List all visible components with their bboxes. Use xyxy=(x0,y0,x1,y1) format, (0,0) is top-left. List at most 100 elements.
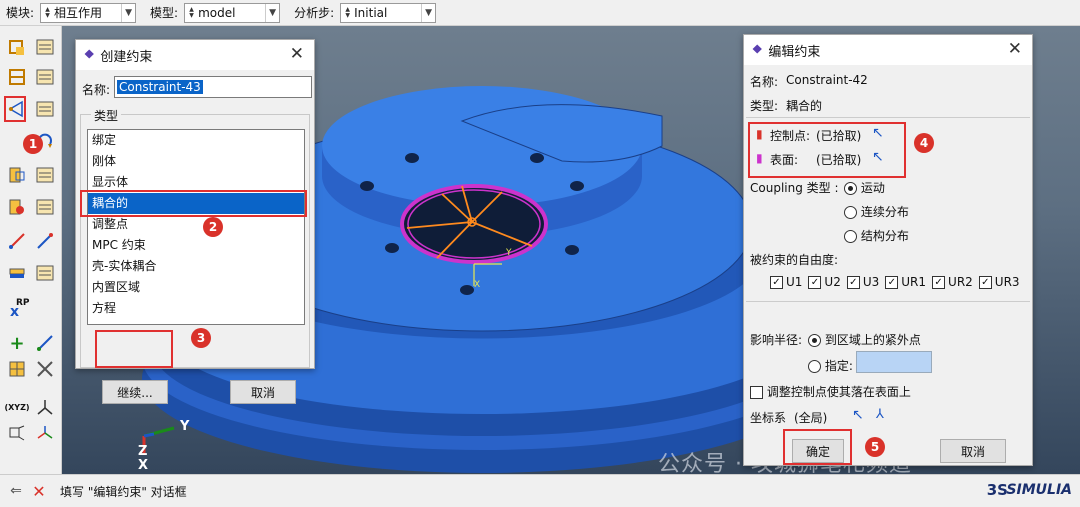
step-badge-1: 1 xyxy=(23,134,43,154)
triad-y-label: Y xyxy=(180,419,190,434)
step-badge-3: 3 xyxy=(191,328,211,348)
csys-label: 坐标系 xyxy=(750,411,787,425)
interaction-property-icon[interactable] xyxy=(6,66,28,88)
dialog-title: 编辑约束 xyxy=(768,44,821,60)
assign-manager-icon[interactable] xyxy=(34,196,56,218)
constraint-type-item[interactable]: 方程 xyxy=(88,298,304,319)
csys-value: (全局) xyxy=(794,411,828,425)
constraint-type-item[interactable]: MPC 约束 xyxy=(88,235,304,256)
constraint-type-item[interactable]: 刚体 xyxy=(88,151,304,172)
radius-label: 影响半径: xyxy=(750,333,803,347)
coupling-option-2[interactable]: 结构分布 xyxy=(844,227,909,244)
query-icon[interactable] xyxy=(6,422,28,444)
constraint-icon: ⯁ xyxy=(84,47,95,63)
constraint-type-item[interactable]: 壳-实体耦合 xyxy=(88,256,304,277)
adjust-label: 调整控制点使其落在表面上 xyxy=(766,385,911,399)
fastener-icon[interactable] xyxy=(6,262,28,284)
close-icon[interactable]: ✕ xyxy=(1008,39,1022,59)
interaction-manager-icon[interactable] xyxy=(34,36,56,58)
constraint-type-item[interactable]: 调整点 xyxy=(88,214,304,235)
type-group-label: 类型 xyxy=(91,107,122,124)
coupling-option-label: 运动 xyxy=(860,181,885,195)
pick-csys-icon[interactable]: ↖ xyxy=(852,407,864,423)
coupling-option-0[interactable]: 运动 xyxy=(844,179,885,196)
name-value: Constraint-42 xyxy=(786,73,868,87)
dof-checkbox-ur1[interactable]: ✓ UR1 xyxy=(885,275,926,291)
module-label: 模块: xyxy=(6,6,35,20)
annotation-box-continue xyxy=(95,330,173,368)
section-manager-icon[interactable] xyxy=(34,164,56,186)
radius-input[interactable] xyxy=(856,351,932,373)
dof-checkbox-ur3[interactable]: ✓ UR3 xyxy=(978,275,1020,291)
create-interaction-icon[interactable] xyxy=(6,36,28,58)
annotation-box-pick-regions xyxy=(748,122,906,178)
csys-transform-icon[interactable] xyxy=(34,422,56,444)
csys-axes-icon[interactable]: ⅄ xyxy=(876,407,884,422)
connector-assign-icon[interactable] xyxy=(6,196,28,218)
cancel-button[interactable]: 取消 xyxy=(230,380,296,404)
chevron-down-icon: ▼ xyxy=(421,3,435,22)
fastener-manager-icon[interactable] xyxy=(34,262,56,284)
cancel-label: 取消 xyxy=(960,444,985,459)
wire-icon[interactable] xyxy=(6,230,28,252)
radius-option-specify[interactable]: 指定: xyxy=(808,357,853,374)
model-select[interactable]: ▲ ▼ model ▼ xyxy=(184,2,281,23)
chevron-down-icon: ▼ xyxy=(265,3,279,22)
model-label: 模型: xyxy=(150,6,179,20)
dialog-titlebar: ⯁ 创建约束 ✕ xyxy=(76,40,314,70)
triad-z-label: Z xyxy=(138,444,148,459)
checkbox-icon: ✓ xyxy=(932,276,946,289)
step-value: Initial xyxy=(354,5,388,20)
dialog-titlebar: ⯁ 编辑约束 ✕ xyxy=(744,35,1032,65)
continue-button[interactable]: 继续... xyxy=(102,380,168,404)
name-input[interactable]: Constraint-43 xyxy=(114,76,312,98)
constraint-manager-icon[interactable] xyxy=(34,98,56,120)
coupling-option-1[interactable]: 连续分布 xyxy=(844,203,909,220)
toolbox: RP x + (XYZ) xyxy=(0,26,62,474)
back-arrow-icon[interactable]: ⇐ xyxy=(6,481,26,501)
module-select[interactable]: ▲ ▼ 相互作用 ▼ xyxy=(40,2,137,23)
annotation-box-coupling-type xyxy=(80,190,307,217)
dof-checkbox-ur2[interactable]: ✓ UR2 xyxy=(932,275,973,291)
radio-icon xyxy=(844,206,857,219)
step-badge-5: 5 xyxy=(865,437,885,457)
coupling-type-label: Coupling 类型 : xyxy=(750,181,839,195)
cancel-button[interactable]: 取消 xyxy=(940,439,1006,463)
radio-icon xyxy=(808,334,821,347)
step-badge-2: 2 xyxy=(203,217,223,237)
dof-label: 被约束的自由度: xyxy=(750,253,839,267)
connector-section-icon[interactable] xyxy=(6,164,28,186)
property-manager-icon[interactable] xyxy=(34,66,56,88)
cancel-procedure-icon[interactable]: ✕ xyxy=(30,482,48,501)
checkbox-icon: ✓ xyxy=(770,276,783,289)
datum-csys-icon[interactable]: (XYZ) xyxy=(4,396,29,418)
spin-icon: ▲ ▼ xyxy=(345,5,350,19)
dof-checkbox-u1[interactable]: ✓ U1 xyxy=(770,275,802,291)
constraint-type-list[interactable]: 绑定 刚体 显示体 耦合的 调整点 MPC 约束 壳-实体耦合 内置区域 方程 xyxy=(87,129,305,325)
radius-option-label: 指定: xyxy=(824,359,853,373)
constraint-type-item[interactable]: 绑定 xyxy=(88,130,304,151)
adjust-control-point-checkbox[interactable]: 调整控制点使其落在表面上 xyxy=(750,383,911,400)
step-select[interactable]: ▲ ▼ Initial ▼ xyxy=(340,2,437,23)
continue-label: 继续... xyxy=(117,385,153,400)
module-value: 相互作用 xyxy=(54,6,103,20)
csys-axes-icon[interactable] xyxy=(34,396,56,418)
datum-plane-icon[interactable] xyxy=(6,358,28,380)
constraint-type-item[interactable]: 内置区域 xyxy=(88,277,304,298)
datum-axis-icon[interactable] xyxy=(34,332,56,354)
dof-checkbox-u2[interactable]: ✓ U2 xyxy=(808,275,841,291)
wire-manager-icon[interactable] xyxy=(34,230,56,252)
close-icon[interactable]: ✕ xyxy=(290,44,304,64)
dof-checkbox-u3[interactable]: ✓ U3 xyxy=(846,275,879,291)
step-badge-4: 4 xyxy=(914,133,934,153)
radius-option-region[interactable]: 到区域上的紧外点 xyxy=(808,331,921,348)
partition-icon[interactable] xyxy=(34,358,56,380)
cancel-label: 取消 xyxy=(250,385,275,400)
reference-point-icon[interactable]: RP x xyxy=(6,298,30,320)
divider xyxy=(746,117,1030,118)
datum-point-icon[interactable]: + xyxy=(6,332,28,354)
checkbox-icon: ✓ xyxy=(846,276,860,289)
type-value: 耦合的 xyxy=(786,99,823,113)
spin-icon: ▲ ▼ xyxy=(45,5,50,19)
name-value: Constraint-43 xyxy=(117,80,203,94)
